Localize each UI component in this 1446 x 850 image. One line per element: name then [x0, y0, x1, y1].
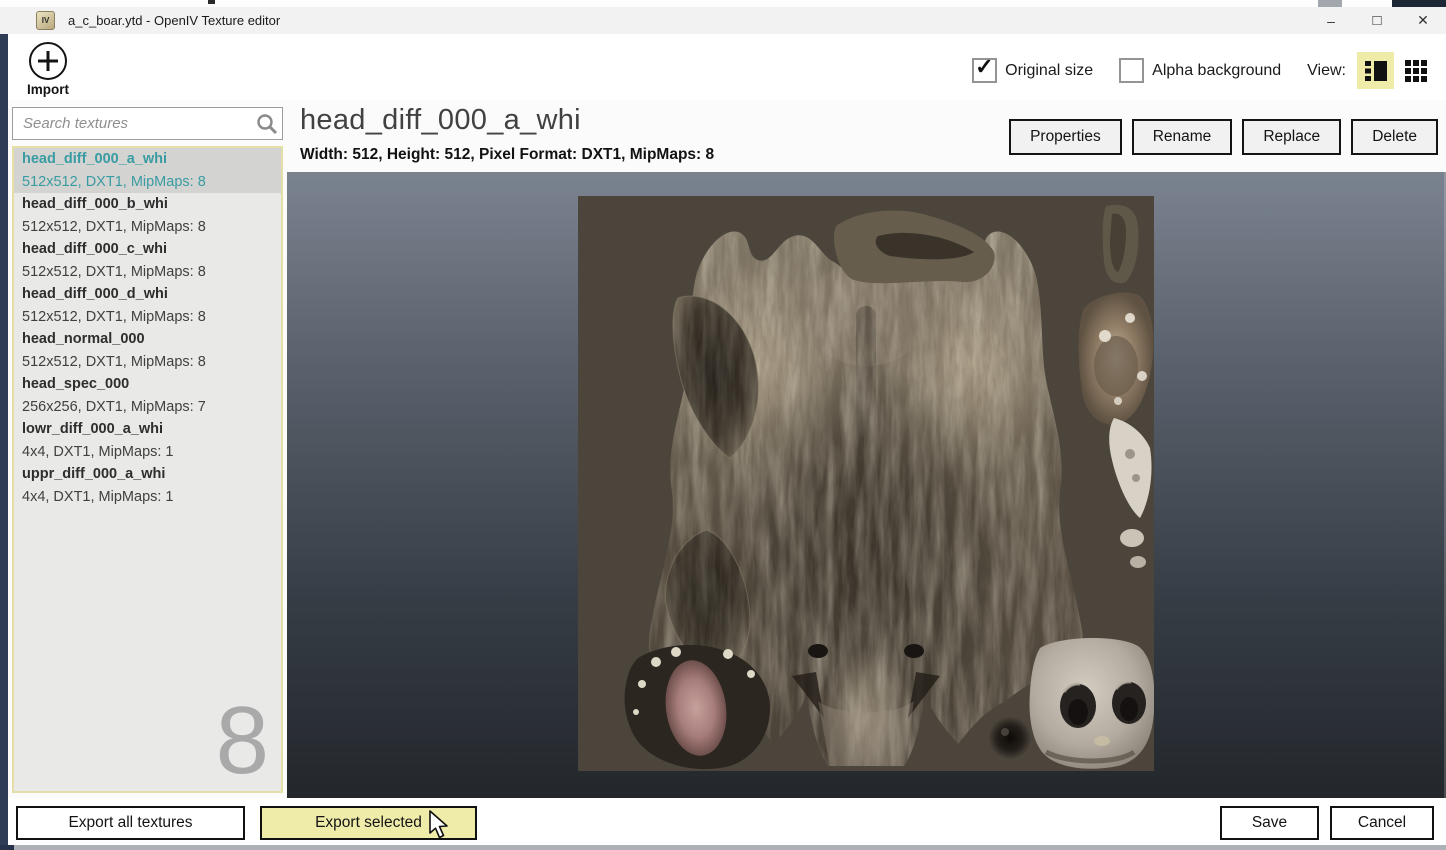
close-button[interactable]: ✕: [1400, 7, 1446, 34]
texture-list: head_diff_000_a_whi 512x512, DXT1, MipMa…: [12, 146, 283, 793]
texture-name: head_diff_000_b_whi: [22, 193, 281, 216]
replace-button[interactable]: Replace: [1242, 119, 1341, 155]
window-controls: – □ ✕: [1308, 7, 1446, 34]
texture-details: 256x256, DXT1, MipMaps: 7: [22, 396, 281, 419]
view-label: View:: [1307, 62, 1346, 80]
save-button[interactable]: Save: [1220, 806, 1319, 840]
app-icon: IV: [36, 11, 55, 30]
texture-preview-image: [578, 196, 1154, 771]
texture-details: 512x512, DXT1, MipMaps: 8: [22, 171, 281, 194]
texture-name: head_normal_000: [22, 328, 281, 351]
background-window-fragment: [1318, 0, 1342, 7]
main-header: head_diff_000_a_whi Width: 512, Height: …: [287, 100, 1446, 172]
view-options: ✓ Original size Alpha background View:: [972, 52, 1434, 89]
window-title: a_c_boar.ytd - OpenIV Texture editor: [68, 13, 280, 28]
list-item-head-diff-000-c-whi[interactable]: head_diff_000_c_whi 512x512, DXT1, MipMa…: [14, 238, 281, 283]
texture-preview-area: [287, 172, 1446, 798]
checkmark-icon: ✓: [975, 54, 993, 80]
desktop-strip: [0, 845, 1446, 850]
texture-name: head_diff_000_a_whi: [22, 148, 281, 171]
list-item-uppr-diff-000-a-whi[interactable]: uppr_diff_000_a_whi 4x4, DXT1, MipMaps: …: [14, 463, 281, 508]
cancel-button[interactable]: Cancel: [1330, 806, 1434, 840]
title-bar: IV a_c_boar.ytd - OpenIV Texture editor …: [0, 7, 1446, 34]
texture-details: 512x512, DXT1, MipMaps: 8: [22, 261, 281, 284]
texture-title: head_diff_000_a_whi: [300, 104, 581, 137]
window-corner-fragment: [0, 845, 14, 850]
export-selected-button[interactable]: Export selected: [260, 806, 477, 840]
texture-details: 512x512, DXT1, MipMaps: 8: [22, 306, 281, 329]
texture-name: head_diff_000_c_whi: [22, 238, 281, 261]
search-input[interactable]: [13, 114, 254, 133]
sidebar: head_diff_000_a_whi 512x512, DXT1, MipMa…: [8, 100, 287, 798]
alpha-background-label[interactable]: Alpha background: [1152, 62, 1281, 80]
texture-name: uppr_diff_000_a_whi: [22, 463, 281, 486]
delete-button[interactable]: Delete: [1351, 119, 1438, 155]
header-actions: Properties Rename Replace Delete: [1009, 119, 1438, 155]
texture-name: lowr_diff_000_a_whi: [22, 418, 281, 441]
list-item-head-normal-000[interactable]: head_normal_000 512x512, DXT1, MipMaps: …: [14, 328, 281, 373]
alpha-background-checkbox[interactable]: [1119, 58, 1144, 83]
texture-details: 4x4, DXT1, MipMaps: 1: [22, 486, 281, 509]
import-button-label: Import: [20, 82, 76, 97]
grid-view-button[interactable]: [1397, 52, 1434, 89]
background-window-fragment: [1392, 0, 1446, 7]
texture-count-badge: 8: [216, 693, 269, 789]
list-item-head-diff-000-b-whi[interactable]: head_diff_000_b_whi 512x512, DXT1, MipMa…: [14, 193, 281, 238]
plus-circle-icon: [29, 42, 67, 80]
list-item-lowr-diff-000-a-whi[interactable]: lowr_diff_000_a_whi 4x4, DXT1, MipMaps: …: [14, 418, 281, 463]
texture-name: head_diff_000_d_whi: [22, 283, 281, 306]
properties-button[interactable]: Properties: [1009, 119, 1122, 155]
export-all-textures-button[interactable]: Export all textures: [16, 806, 245, 840]
texture-info: Width: 512, Height: 512, Pixel Format: D…: [300, 146, 714, 164]
original-size-label[interactable]: Original size: [1005, 62, 1093, 80]
background-desktop-strip: [0, 0, 1446, 7]
original-size-checkbox[interactable]: ✓: [972, 58, 997, 83]
list-item-head-diff-000-d-whi[interactable]: head_diff_000_d_whi 512x512, DXT1, MipMa…: [14, 283, 281, 328]
search-box: [12, 107, 283, 140]
magnifier-icon[interactable]: [254, 111, 280, 137]
toolbar: Import ✓ Original size Alpha background …: [8, 34, 1446, 100]
minimize-button[interactable]: –: [1308, 7, 1354, 34]
import-button[interactable]: Import: [20, 42, 76, 97]
background-window-fragment: [208, 0, 215, 4]
texture-details: 512x512, DXT1, MipMaps: 8: [22, 216, 281, 239]
texture-details: 4x4, DXT1, MipMaps: 1: [22, 441, 281, 464]
maximize-button[interactable]: □: [1354, 7, 1400, 34]
rename-button[interactable]: Rename: [1132, 119, 1233, 155]
texture-details: 512x512, DXT1, MipMaps: 8: [22, 351, 281, 374]
grid-view-icon: [1404, 59, 1428, 83]
window-left-border: [0, 34, 8, 845]
list-item-head-spec-000[interactable]: head_spec_000 256x256, DXT1, MipMaps: 7: [14, 373, 281, 418]
texture-name: head_spec_000: [22, 373, 281, 396]
footer-bar: Export all textures Export selected Save…: [8, 798, 1446, 845]
list-item-head-diff-000-a-whi[interactable]: head_diff_000_a_whi 512x512, DXT1, MipMa…: [14, 148, 281, 193]
details-view-icon: [1364, 59, 1388, 83]
details-view-button[interactable]: [1357, 52, 1394, 89]
